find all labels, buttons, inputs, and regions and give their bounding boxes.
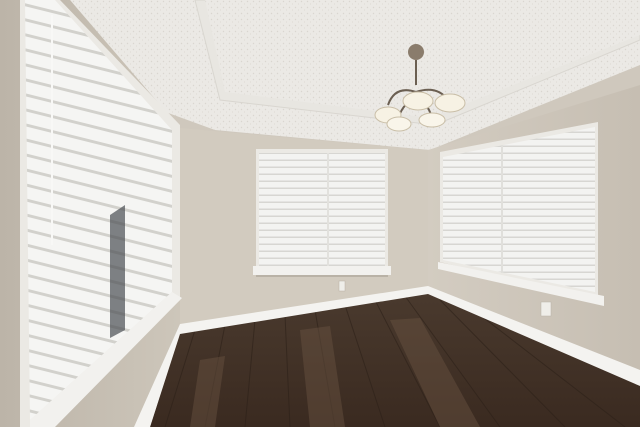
chandelier-shade-3 (434, 93, 466, 113)
center-window-sill-shadow (256, 275, 388, 277)
left-window-opening (110, 205, 125, 338)
center-window-sill (253, 266, 391, 275)
outlet-back (338, 280, 346, 292)
chandelier-shade-5 (418, 112, 446, 128)
chandelier-shade-4 (386, 116, 412, 132)
center-window-blinds (259, 153, 385, 267)
room-illustration (0, 0, 640, 427)
outlet-right (540, 301, 552, 317)
room-photo (0, 0, 640, 427)
chandelier-shade-2 (402, 91, 434, 111)
